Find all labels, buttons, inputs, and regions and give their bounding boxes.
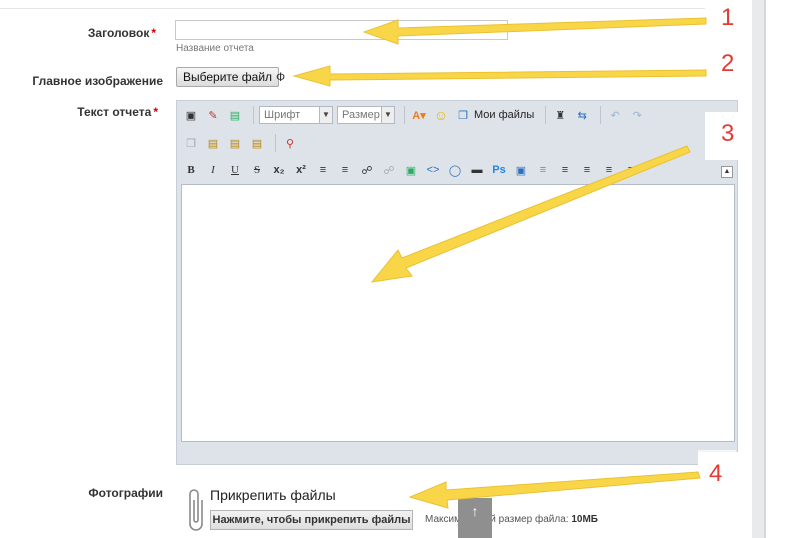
max-file-size: Максимальный размер файла: 10МБ bbox=[425, 514, 598, 525]
report-text-label: Текст отчета * bbox=[77, 105, 158, 119]
paste-icon[interactable]: ▤ bbox=[226, 134, 244, 152]
photoshop-icon[interactable]: Ps bbox=[490, 161, 508, 179]
main-image-label: Главное изображение bbox=[32, 74, 163, 88]
copy-icon[interactable]: ❐ bbox=[182, 134, 200, 152]
title-hint: Название отчета bbox=[176, 43, 254, 54]
replace-icon[interactable]: ⇆ bbox=[573, 106, 591, 124]
top-divider bbox=[0, 8, 745, 9]
annotation-number-2: 2 bbox=[721, 50, 735, 77]
code-icon[interactable]: <> bbox=[424, 161, 442, 179]
required-mark: * bbox=[151, 26, 156, 40]
photos-label: Фотографии bbox=[88, 486, 163, 500]
align-justify-icon[interactable]: ≡ bbox=[600, 161, 618, 179]
find-icon[interactable]: ♜ bbox=[551, 106, 569, 124]
subscript-button[interactable]: x₂ bbox=[270, 161, 288, 179]
attach-files-button[interactable]: Нажмите, чтобы прикрепить файлы bbox=[210, 510, 413, 530]
choose-file-button[interactable]: Выберите файл bbox=[176, 67, 280, 87]
indent-icon[interactable]: ≡ bbox=[622, 161, 640, 179]
source-icon[interactable]: ▣ bbox=[182, 106, 200, 124]
toolbar-separator bbox=[545, 106, 547, 124]
attach-files-title: Прикрепить файлы bbox=[210, 487, 336, 503]
right-scroll-edge bbox=[764, 0, 766, 538]
link-icon[interactable]: ☍ bbox=[358, 161, 376, 179]
toolbar-row-2: ❐ ▤ ▤ ▤ ⚲ bbox=[182, 132, 303, 154]
title-input[interactable] bbox=[175, 20, 508, 40]
title-label: Заголовок * bbox=[87, 26, 156, 40]
underline-button[interactable]: U bbox=[226, 161, 244, 179]
my-files-icon[interactable]: ❐ bbox=[454, 106, 472, 124]
size-select[interactable]: Размер ▼ bbox=[337, 106, 395, 124]
file-status-text: Ф bbox=[276, 70, 286, 84]
undo-icon[interactable]: ↶ bbox=[606, 106, 624, 124]
numbered-list-icon[interactable]: ≡ bbox=[336, 161, 354, 179]
strikethrough-button[interactable]: S bbox=[248, 161, 266, 179]
redo-icon[interactable]: ↷ bbox=[628, 106, 646, 124]
align-center-icon[interactable]: ≡ bbox=[556, 161, 574, 179]
chevron-down-icon: ▼ bbox=[381, 107, 394, 123]
text-color-icon[interactable]: A▾ bbox=[410, 106, 428, 124]
video-icon[interactable]: ▣ bbox=[512, 161, 530, 179]
required-mark: * bbox=[153, 105, 158, 119]
editor-content-area[interactable] bbox=[181, 184, 735, 442]
my-files-button[interactable]: Мои файлы bbox=[474, 109, 534, 121]
toolbar-separator bbox=[275, 134, 276, 152]
eraser-icon[interactable]: ✎ bbox=[204, 106, 222, 124]
spellcheck-icon[interactable]: ⚲ bbox=[281, 134, 299, 152]
quote-icon[interactable]: ◯ bbox=[446, 161, 464, 179]
table-icon[interactable]: ▤ bbox=[226, 106, 244, 124]
toolbar-row-1: ▣ ✎ ▤ Шрифт ▼ Размер ▼ A▾ ☺ ❐ Мои файлы ♜ … bbox=[182, 104, 650, 126]
annotation-number-1: 1 bbox=[721, 4, 735, 31]
cut-icon[interactable]: ▤ bbox=[204, 134, 222, 152]
spoiler-icon[interactable]: ▬ bbox=[468, 161, 486, 179]
toolbar-separator bbox=[253, 106, 254, 124]
annotation-arrow-2 bbox=[292, 65, 707, 87]
superscript-button[interactable]: x² bbox=[292, 161, 310, 179]
image-icon[interactable]: ▣ bbox=[402, 161, 420, 179]
annotation-number-4: 4 bbox=[709, 460, 723, 487]
toolbar-separator bbox=[600, 106, 602, 124]
collapse-toolbar-icon[interactable]: ▲ bbox=[721, 166, 733, 178]
font-select[interactable]: Шрифт ▼ bbox=[259, 106, 333, 124]
smiley-icon[interactable]: ☺ bbox=[432, 106, 450, 124]
bullet-list-icon[interactable]: ≡ bbox=[314, 161, 332, 179]
italic-button[interactable]: I bbox=[204, 161, 222, 179]
toolbar-row-3: B I U S x₂ x² ≡ ≡ ☍ ☍ ▣ <> ◯ ▬ Ps ▣ ≡ ≡ … bbox=[182, 159, 644, 181]
annotation-number-3: 3 bbox=[721, 120, 735, 147]
annotation-box-4 bbox=[698, 452, 748, 492]
bold-button[interactable]: B bbox=[182, 161, 200, 179]
paperclip-icon bbox=[189, 489, 203, 531]
align-left-icon[interactable]: ≡ bbox=[534, 161, 552, 179]
unlink-icon[interactable]: ☍ bbox=[380, 161, 398, 179]
paste-text-icon[interactable]: ▤ bbox=[248, 134, 266, 152]
align-right-icon[interactable]: ≡ bbox=[578, 161, 596, 179]
right-scroll-track[interactable] bbox=[752, 0, 764, 538]
annotation-arrow-4 bbox=[408, 471, 701, 509]
toolbar-separator bbox=[404, 106, 405, 124]
upload-arrow-icon[interactable]: ↑ bbox=[458, 498, 492, 538]
chevron-down-icon: ▼ bbox=[319, 107, 332, 123]
